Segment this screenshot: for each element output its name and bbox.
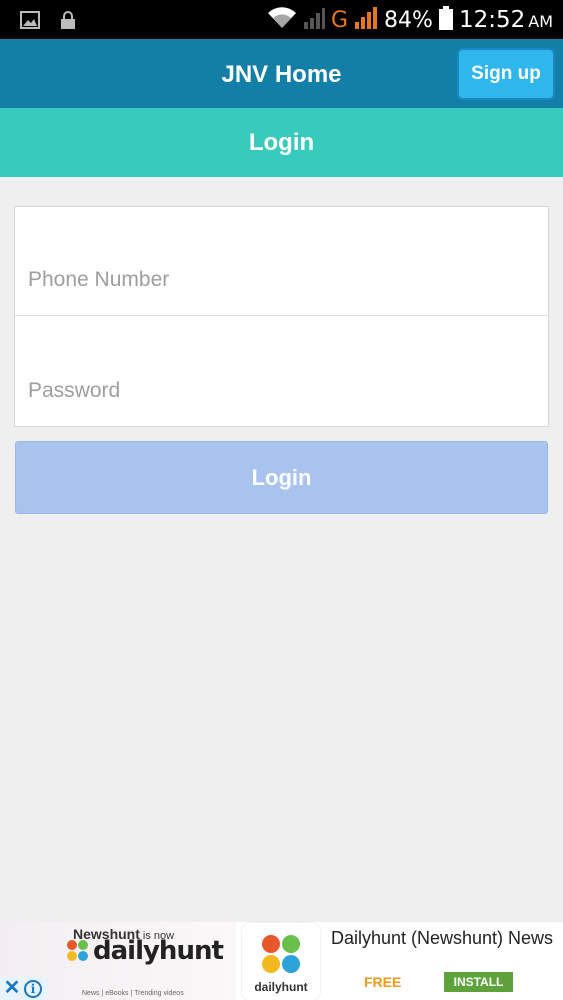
clock-time: 12:52 [458,7,526,33]
password-placeholder: Password [28,379,121,402]
app-icon-label: dailyhunt [254,980,308,994]
dailyhunt-logo-icon [67,940,89,962]
network-type: G [330,7,349,33]
phone-number-input[interactable]: Phone Number [15,207,548,316]
dailyhunt-app-icon [262,935,300,973]
close-icon[interactable]: ✕ [0,977,24,1000]
ad-controls: ✕ i [0,977,48,1000]
phone-number-placeholder: Phone Number [28,268,170,291]
battery-percent: 84% [384,7,433,33]
info-icon[interactable]: i [24,979,42,998]
ad-price: FREE [364,974,402,990]
login-form: Phone Number Password [14,206,549,427]
clock: 12:52 AM [459,7,553,33]
signal-icon [354,6,378,34]
lock-icon [60,11,76,34]
clock-ampm: AM [528,12,553,31]
image-icon [20,11,40,34]
ad-tagline: News | eBooks | Trending videos [82,990,184,997]
wifi-icon [267,6,297,35]
password-input[interactable]: Password [15,317,548,426]
dailyhunt-logo: dailyhunt [67,936,224,966]
battery-icon [438,5,453,35]
app-icon[interactable]: dailyhunt [242,923,320,1000]
status-bar: G 84% 12:52 AM [0,0,563,39]
ad-title[interactable]: Dailyhunt (Newshunt) News [330,928,554,949]
signup-button[interactable]: Sign up [457,48,555,100]
dailyhunt-wordmark: dailyhunt [93,936,224,966]
signal-icon [303,7,325,34]
login-button[interactable]: Login [15,441,548,514]
section-title: Login [0,108,563,177]
install-button[interactable]: INSTALL [444,972,513,992]
